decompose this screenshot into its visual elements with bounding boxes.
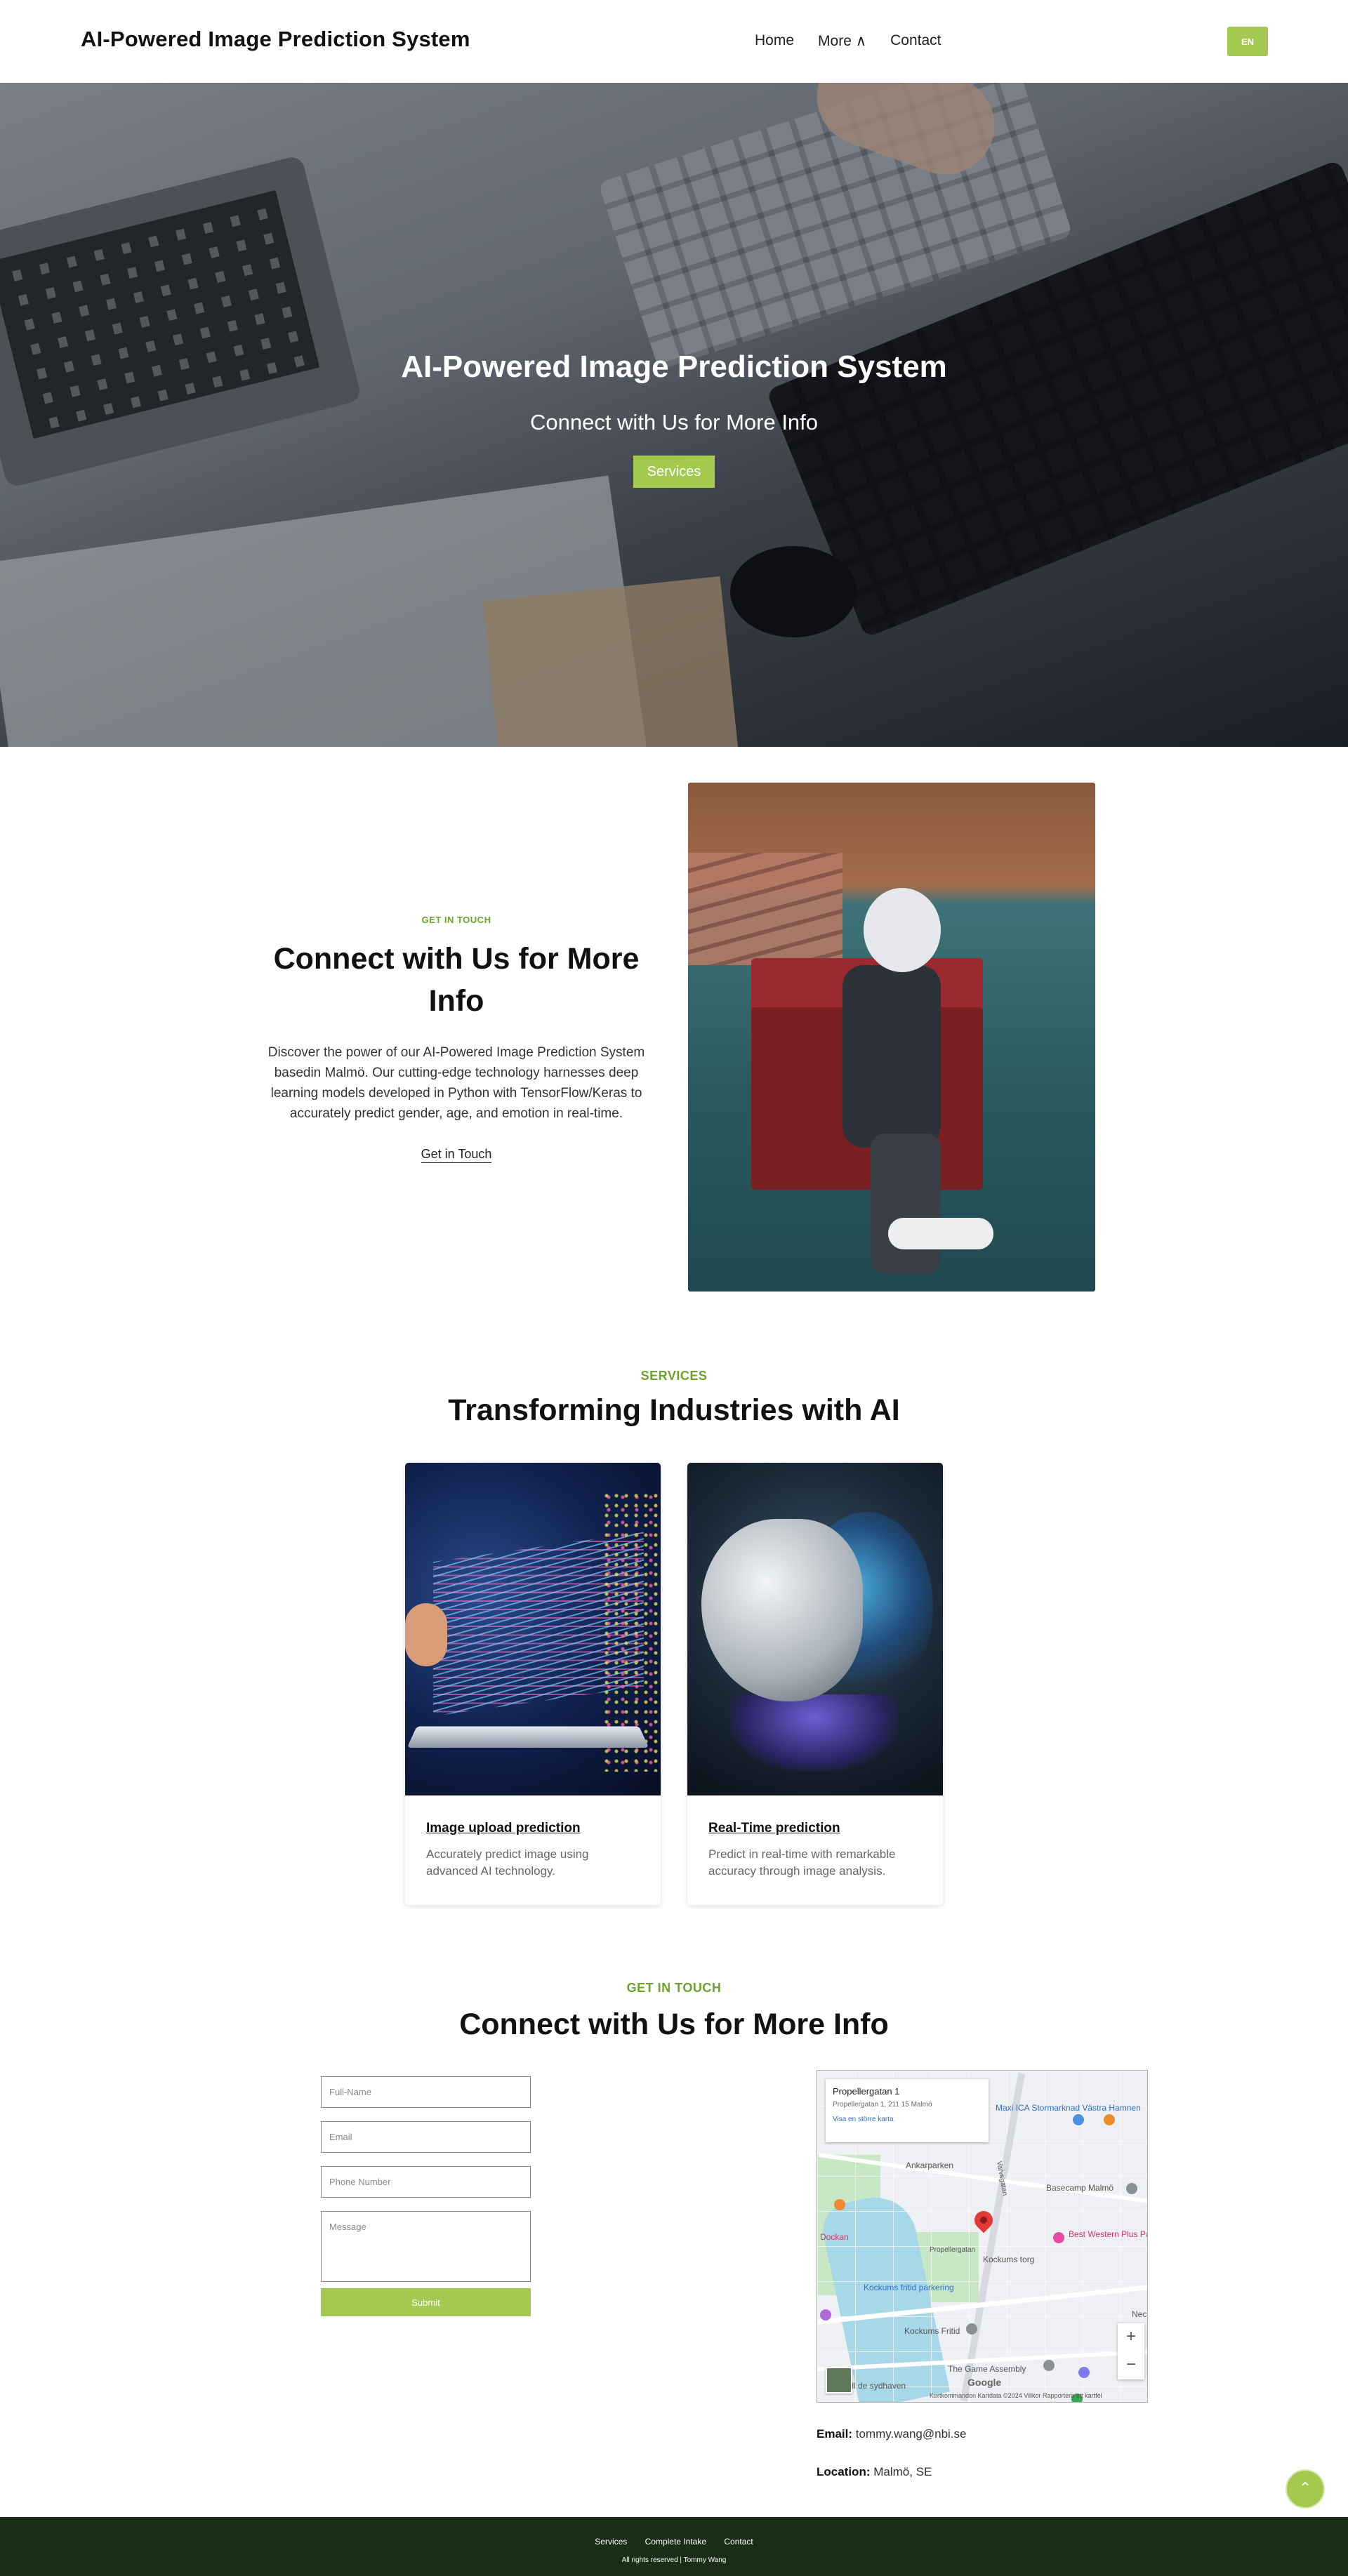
map-label: Kockums torg [983, 2255, 1035, 2264]
email-label: Email: [817, 2427, 853, 2441]
robot-brain-image [687, 1463, 943, 1795]
map-larger-map-link[interactable]: Visa en större karta [833, 2116, 982, 2123]
main-nav: Home More ∧ Contact [755, 32, 941, 50]
contact-tag: GET IN TOUCH [626, 1981, 722, 1995]
robot-head-graphic [701, 1519, 863, 1701]
location-value: Malmö, SE [873, 2465, 932, 2478]
roof-tiles-graphic [688, 853, 842, 965]
circuit-base-graphic [729, 1694, 898, 1772]
hero-title: AI-Powered Image Prediction System [401, 350, 947, 384]
map-zoom-controls: + − [1118, 2323, 1144, 2379]
location-map[interactable]: Maxi ICA Stormarknad Västra Hamnen Ankar… [817, 2070, 1148, 2403]
contact-location: Location: Malmö, SE [817, 2465, 932, 2479]
map-label: Ankarparken [906, 2160, 954, 2170]
site-header: AI-Powered Image Prediction System Home … [0, 0, 1348, 83]
map-label: Kockums Fritid [904, 2326, 960, 2336]
service-card-image-upload[interactable]: Image upload prediction Accurately predi… [405, 1463, 661, 1905]
email-value[interactable]: tommy.wang@nbi.se [856, 2427, 967, 2441]
map-label: Propellergatan [930, 2246, 976, 2254]
intro-tag: GET IN TOUCH [421, 915, 491, 925]
get-in-touch-link-wrap: Get in Touch [257, 1147, 656, 1163]
brand-title[interactable]: AI-Powered Image Prediction System [81, 27, 470, 52]
nav-home[interactable]: Home [755, 32, 794, 50]
card-description: Predict in real-time with remarkable acc… [708, 1847, 896, 1878]
services-title: Transforming Industries with AI [448, 1393, 900, 1427]
map-zoom-in-button[interactable]: + [1118, 2323, 1144, 2351]
map-label: Maxi ICA Stormarknad Västra Hamnen [996, 2103, 1141, 2113]
map-hotel-icon[interactable] [1053, 2232, 1064, 2243]
map-label: Dockan [820, 2232, 849, 2242]
full-name-input[interactable] [321, 2076, 531, 2108]
phone-input[interactable] [321, 2166, 531, 2198]
map-label: Nec [1132, 2309, 1147, 2319]
data-stream-image [405, 1463, 661, 1795]
scroll-to-top-button[interactable]: ⌃ [1286, 2469, 1325, 2509]
robot-body-graphic [842, 965, 941, 1148]
map-info-card: Propellergatan 1 Propellergatan 1, 211 1… [826, 2079, 989, 2142]
map-zoom-out-button[interactable]: − [1118, 2351, 1144, 2379]
finger-graphic [405, 1603, 447, 1666]
hero-services-button[interactable]: Services [633, 456, 715, 488]
card-description: Accurately predict image using advanced … [426, 1847, 589, 1878]
service-card-real-time[interactable]: Real-Time prediction Predict in real-tim… [687, 1463, 943, 1905]
location-label: Location: [817, 2465, 871, 2478]
map-info-address: Propellergatan 1, 211 15 Malmö [833, 2101, 932, 2109]
services-tag: SERVICES [640, 1369, 708, 1383]
map-food-icon[interactable] [834, 2199, 845, 2210]
map-place-icon[interactable] [820, 2309, 831, 2321]
footer-link-services[interactable]: Services [595, 2537, 627, 2547]
map-attribution[interactable]: Kortkommandon Kartdata ©2024 Villkor Rap… [930, 2392, 1102, 2399]
nav-more-dropdown[interactable]: More ∧ [818, 32, 866, 50]
map-info-title: Propellergatan 1 [833, 2086, 900, 2097]
get-in-touch-link[interactable]: Get in Touch [421, 1147, 492, 1163]
submit-button[interactable]: Submit [321, 2288, 531, 2316]
tablet-graphic [407, 1726, 649, 1748]
hero-section: AI-Powered Image Prediction System Conne… [0, 83, 1348, 747]
message-textarea[interactable] [321, 2211, 531, 2282]
robot-head-graphic [864, 888, 941, 972]
hero-subtitle: Connect with Us for More Info [529, 410, 819, 434]
card-title[interactable]: Image upload prediction [426, 1821, 640, 1836]
map-parking-icon[interactable] [1078, 2367, 1090, 2378]
robot-feet-graphic [888, 1218, 993, 1249]
map-label: The Game Assembly [948, 2364, 1026, 2374]
intro-text: Discover the power of our AI-Powered Ima… [267, 1045, 645, 1121]
footer-link-contact[interactable]: Contact [724, 2537, 753, 2547]
google-logo: Google [967, 2377, 1002, 2388]
map-satellite-toggle[interactable] [826, 2367, 852, 2394]
robot-on-bench-image [688, 783, 1095, 1292]
footer-copyright: All rights reserved | Tommy Wang [621, 2556, 727, 2564]
map-label: Basecamp Malmö [1046, 2183, 1114, 2193]
map-shop-icon[interactable] [1073, 2114, 1084, 2125]
language-button[interactable]: EN [1227, 27, 1268, 56]
card-body: Image upload prediction Accurately predi… [405, 1795, 661, 1880]
map-place-icon[interactable] [966, 2323, 977, 2335]
map-place-icon[interactable] [1043, 2360, 1055, 2371]
contact-title: Connect with Us for More Info [459, 2007, 889, 2041]
site-footer: Services Complete Intake Contact All rig… [0, 2517, 1348, 2576]
footer-links: Services Complete Intake Contact [0, 2537, 1348, 2547]
card-title[interactable]: Real-Time prediction [708, 1821, 922, 1836]
footer-link-complete-intake[interactable]: Complete Intake [645, 2537, 706, 2547]
nav-contact[interactable]: Contact [890, 32, 941, 50]
contact-email: Email: tommy.wang@nbi.se [817, 2427, 967, 2441]
email-input[interactable] [321, 2121, 531, 2153]
map-place-icon[interactable] [1126, 2183, 1137, 2194]
map-food-icon[interactable] [1104, 2114, 1115, 2125]
intro-title: Connect with Us for More Info [273, 942, 640, 1018]
robot-legs-graphic [871, 1134, 941, 1274]
map-label: Kockums fritid parkering [864, 2283, 954, 2292]
card-body: Real-Time prediction Predict in real-tim… [687, 1795, 943, 1880]
map-label: Best Western Plus Park City Malmö [1069, 2229, 1147, 2239]
